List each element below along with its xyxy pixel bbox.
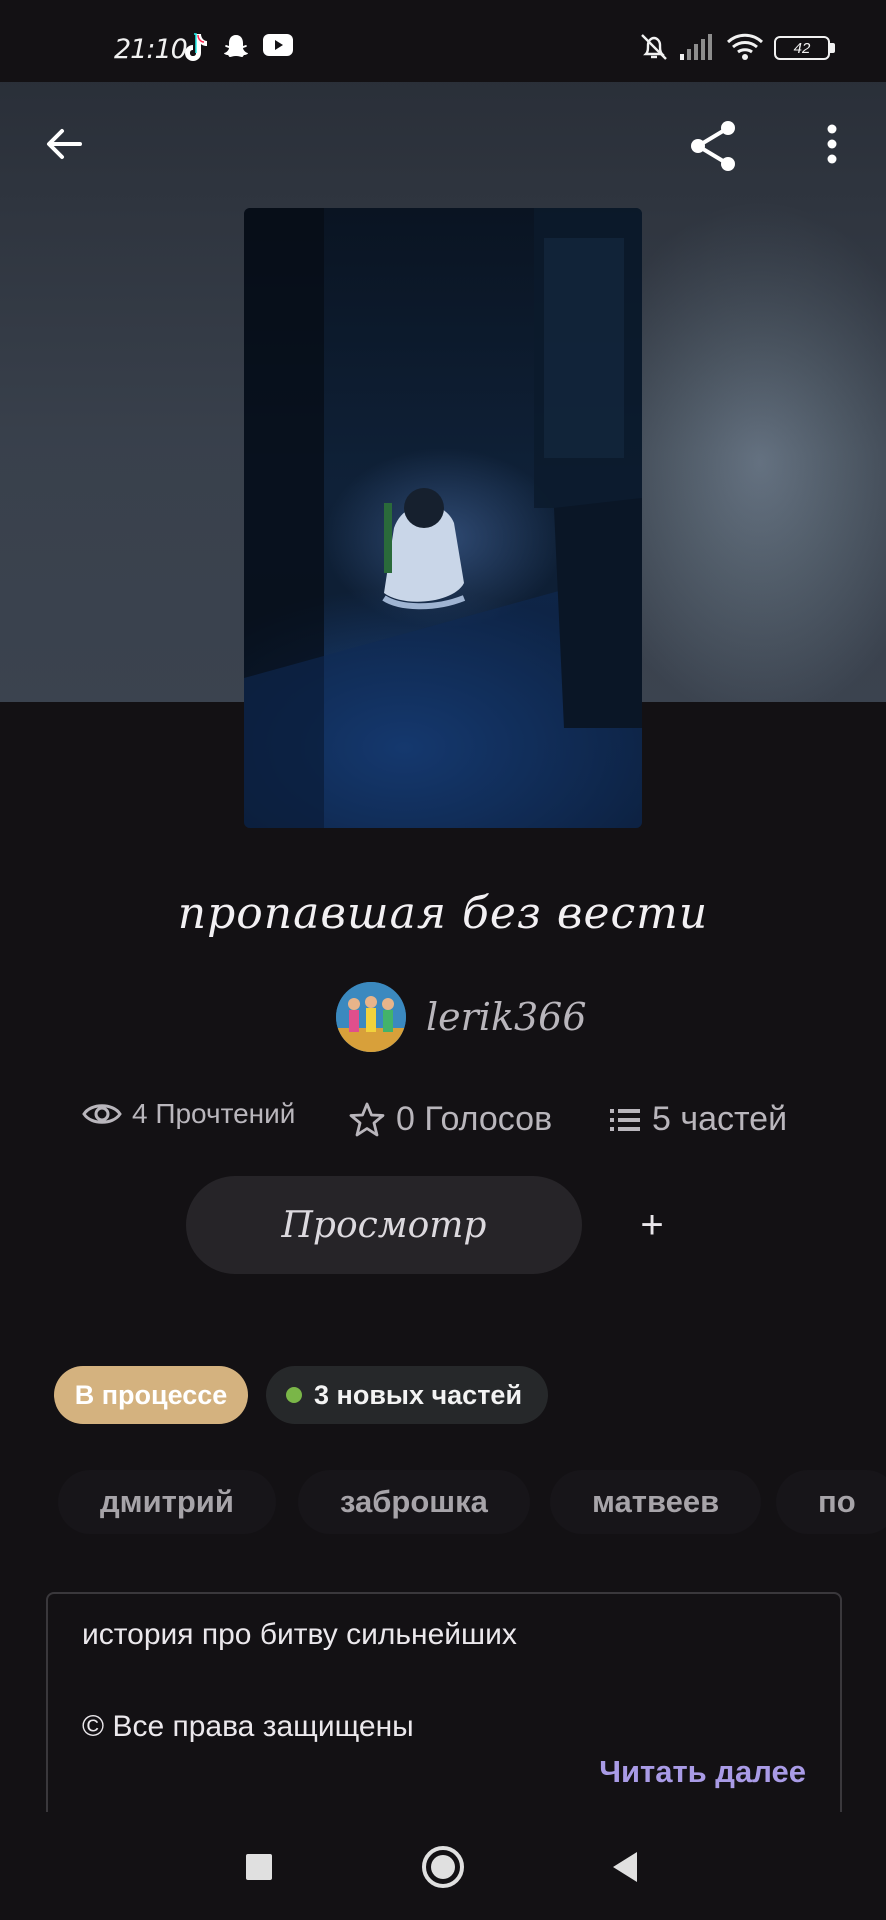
- tag-chip[interactable]: по: [776, 1470, 886, 1534]
- star-icon: [349, 1102, 385, 1136]
- tags-row: дмитрий заброшка матвеев по: [58, 1470, 886, 1534]
- author-row[interactable]: lerik366: [336, 980, 587, 1054]
- circle-home-icon[interactable]: [420, 1844, 466, 1890]
- view-button[interactable]: Просмотр: [186, 1176, 582, 1274]
- copyright-line: © Все права защищены: [82, 1710, 414, 1743]
- status-time: 21:10: [114, 34, 188, 65]
- battery-icon: 42: [774, 36, 830, 60]
- snapchat-icon: [224, 35, 248, 57]
- author-name[interactable]: lerik366: [426, 995, 587, 1039]
- share-icon[interactable]: [686, 118, 742, 174]
- status-badge-label: В процессе: [74, 1379, 228, 1410]
- avatar-picture: [336, 982, 406, 1052]
- signal-icon: [680, 34, 712, 60]
- wifi-icon: [726, 33, 764, 60]
- battery-level: 42: [793, 39, 811, 57]
- list-icon: [610, 1108, 640, 1131]
- cover-illustration: [244, 208, 642, 828]
- votes-count: 0 Голосов: [396, 1100, 553, 1138]
- battery-tip: [830, 43, 835, 53]
- eye-icon: [82, 1104, 122, 1124]
- arrow-left-icon[interactable]: [40, 120, 88, 168]
- reads-count: 4 Прочтений: [132, 1098, 296, 1129]
- youtube-icon: [263, 34, 293, 56]
- tiktok-icon: [185, 33, 207, 61]
- triangle-back-icon[interactable]: [610, 1850, 640, 1884]
- square-recent-icon[interactable]: [246, 1854, 272, 1880]
- reads-stat: 4 Прочтений: [82, 1098, 295, 1130]
- avatar[interactable]: [336, 982, 406, 1052]
- parts-stat: 5 частей: [608, 1100, 787, 1139]
- new-indicator-dot: [286, 1387, 302, 1403]
- story-cover-image[interactable]: [244, 208, 642, 828]
- story-title: пропавшая без вести: [177, 888, 709, 939]
- read-more-link[interactable]: Читать далее: [599, 1754, 806, 1790]
- system-nav-bar: [0, 1812, 886, 1920]
- parts-count: 5 частей: [652, 1100, 788, 1138]
- tag-chip[interactable]: дмитрий: [58, 1470, 276, 1534]
- story-stats: 4 Прочтений 0 Голосов 5 частей: [0, 1092, 886, 1148]
- status-badge: В процессе: [54, 1366, 248, 1424]
- mute-icon: [641, 34, 667, 60]
- more-vertical-icon[interactable]: [818, 122, 846, 170]
- status-bar: 21:10 42: [0, 0, 886, 82]
- new-parts-badge: 3 новых частей: [266, 1366, 548, 1424]
- description-line: история про битву сильнейших: [82, 1618, 517, 1651]
- tag-chip[interactable]: матвеев: [550, 1470, 762, 1534]
- tag-chip[interactable]: заброшка: [298, 1470, 530, 1534]
- votes-stat: 0 Голосов: [348, 1100, 552, 1139]
- description-box: история про битву сильнейших © Все права…: [46, 1592, 842, 1812]
- new-parts-label: 3 новых частей: [314, 1379, 523, 1410]
- add-to-library-button[interactable]: +: [604, 1176, 700, 1274]
